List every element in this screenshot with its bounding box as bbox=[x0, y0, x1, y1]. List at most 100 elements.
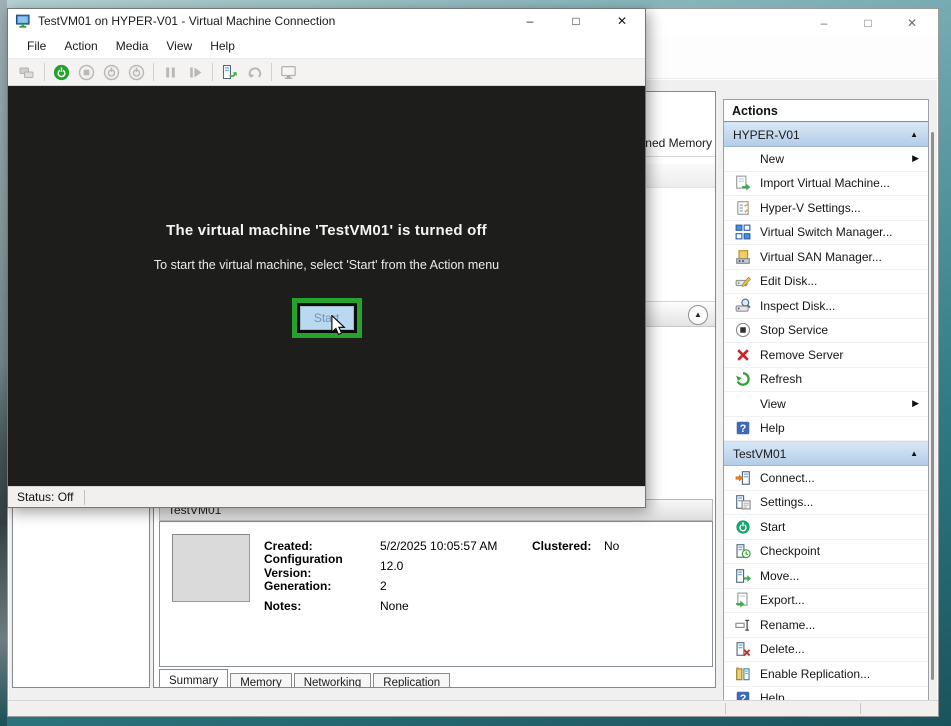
action-item-checkpoint[interactable]: Checkpoint bbox=[724, 540, 928, 565]
disk-edit-icon bbox=[735, 273, 751, 289]
export-icon bbox=[735, 592, 751, 608]
menu-bar: FileActionMediaViewHelp bbox=[8, 33, 645, 58]
tab-summary[interactable]: Summary bbox=[159, 669, 228, 688]
action-label: Connect... bbox=[760, 471, 815, 485]
action-item-virtual-switch-manager[interactable]: Virtual Switch Manager... bbox=[724, 221, 928, 246]
toolbar-start-button[interactable] bbox=[50, 61, 72, 83]
action-item-virtual-san-manager[interactable]: Virtual SAN Manager... bbox=[724, 245, 928, 270]
enhanced-session-icon bbox=[280, 64, 297, 81]
submenu-arrow-icon: ▶ bbox=[912, 153, 919, 164]
action-label: Hyper-V Settings... bbox=[760, 201, 861, 215]
toolbar-revert-button[interactable] bbox=[243, 61, 265, 83]
action-item-hyper-v-settings[interactable]: Hyper-V Settings... bbox=[724, 196, 928, 221]
actions-section-hyper-v01[interactable]: HYPER-V01▲ bbox=[724, 122, 928, 147]
action-item-view[interactable]: View▶ bbox=[724, 392, 928, 417]
action-label: Rename... bbox=[760, 618, 815, 632]
toolbar-turn-off-button[interactable] bbox=[75, 61, 97, 83]
action-label: Refresh bbox=[760, 372, 802, 386]
maximize-button[interactable]: □ bbox=[553, 9, 599, 33]
mouse-cursor-icon bbox=[330, 315, 346, 337]
action-label: Import Virtual Machine... bbox=[760, 176, 890, 190]
step-icon bbox=[187, 64, 204, 81]
actions-scrollbar[interactable] bbox=[931, 132, 934, 680]
action-item-new[interactable]: New▶ bbox=[724, 147, 928, 172]
action-item-remove-server[interactable]: Remove Server bbox=[724, 343, 928, 368]
action-item-enable-replication[interactable]: Enable Replication... bbox=[724, 662, 928, 687]
toolbar-enhanced-session-button[interactable] bbox=[277, 61, 299, 83]
vm-console-screen: The virtual machine 'TestVM01' is turned… bbox=[8, 86, 645, 486]
minimize-button[interactable]: – bbox=[507, 9, 553, 33]
action-item-refresh[interactable]: Refresh bbox=[724, 368, 928, 393]
action-item-edit-disk[interactable]: Edit Disk... bbox=[724, 270, 928, 295]
actions-panel: Actions HYPER-V01▲New▶Import Virtual Mac… bbox=[723, 99, 929, 707]
action-label: View bbox=[760, 397, 786, 411]
action-item-start[interactable]: Start bbox=[724, 515, 928, 540]
vm-start-hint: To start the virtual machine, select 'St… bbox=[8, 258, 645, 272]
menu-media[interactable]: Media bbox=[107, 36, 158, 56]
tab-memory[interactable]: Memory bbox=[230, 673, 292, 688]
statusbar-divider bbox=[84, 490, 85, 505]
toolbar-step-button[interactable] bbox=[184, 61, 206, 83]
collapse-section-button[interactable]: ▲ bbox=[688, 305, 708, 325]
connect-icon bbox=[735, 470, 751, 486]
vm-connection-app-icon bbox=[15, 14, 31, 29]
action-item-import-virtual-machine[interactable]: Import Virtual Machine... bbox=[724, 172, 928, 197]
tab-networking[interactable]: Networking bbox=[294, 673, 372, 688]
no-icon bbox=[735, 151, 751, 167]
action-label: Start bbox=[760, 520, 785, 534]
import-icon bbox=[735, 175, 751, 191]
toolbar-ctrl-alt-del-button[interactable] bbox=[16, 61, 38, 83]
desktop-wallpaper bbox=[0, 0, 7, 726]
vm-summary-fields: Created: 5/2/2025 10:05:57 AM Clustered:… bbox=[264, 536, 706, 616]
action-label: Enable Replication... bbox=[760, 667, 870, 681]
start-power-icon bbox=[735, 519, 751, 535]
no-icon bbox=[735, 396, 751, 412]
action-item-rename[interactable]: Rename... bbox=[724, 613, 928, 638]
toolbar-separator bbox=[44, 63, 45, 81]
remove-icon bbox=[735, 347, 751, 363]
action-item-export[interactable]: Export... bbox=[724, 589, 928, 614]
settings-doc-icon bbox=[735, 200, 751, 216]
notes-label: Notes: bbox=[264, 599, 380, 613]
action-item-delete[interactable]: Delete... bbox=[724, 638, 928, 663]
action-item-inspect-disk[interactable]: Inspect Disk... bbox=[724, 294, 928, 319]
statusbar-divider bbox=[860, 703, 861, 714]
menu-view[interactable]: View bbox=[157, 36, 201, 56]
toolbar-save-button[interactable] bbox=[125, 61, 147, 83]
action-item-settings[interactable]: Settings... bbox=[724, 491, 928, 516]
action-item-help[interactable]: ?Help bbox=[724, 417, 928, 442]
save-icon bbox=[128, 64, 145, 81]
manager-minimize-button[interactable]: – bbox=[802, 9, 846, 37]
summary-row-notes: Notes: None bbox=[264, 596, 706, 616]
action-label: Move... bbox=[760, 569, 799, 583]
revert-icon bbox=[246, 64, 263, 81]
manager-close-button[interactable]: ✕ bbox=[890, 9, 934, 37]
pause-icon bbox=[162, 64, 179, 81]
menu-help[interactable]: Help bbox=[201, 36, 244, 56]
toolbar-separator bbox=[271, 63, 272, 81]
help-icon: ? bbox=[735, 420, 751, 436]
manager-maximize-button[interactable]: □ bbox=[846, 9, 890, 37]
status-text: Status: Off bbox=[17, 490, 73, 504]
action-item-connect[interactable]: Connect... bbox=[724, 466, 928, 491]
toolbar-checkpoint-button[interactable] bbox=[218, 61, 240, 83]
san-icon bbox=[735, 249, 751, 265]
toolbar-shut-down-button[interactable] bbox=[100, 61, 122, 83]
turn-off-icon bbox=[78, 64, 95, 81]
close-button[interactable]: ✕ bbox=[599, 9, 645, 33]
move-icon bbox=[735, 568, 751, 584]
action-item-move[interactable]: Move... bbox=[724, 564, 928, 589]
action-item-stop-service[interactable]: Stop Service bbox=[724, 319, 928, 344]
switch-icon bbox=[735, 224, 751, 240]
actions-section-testvm01[interactable]: TestVM01▲ bbox=[724, 441, 928, 466]
toolbar-pause-button[interactable] bbox=[159, 61, 181, 83]
created-value: 5/2/2025 10:05:57 AM bbox=[380, 539, 532, 553]
menu-action[interactable]: Action bbox=[55, 36, 106, 56]
start-icon bbox=[53, 64, 70, 81]
stop-service-icon bbox=[735, 322, 751, 338]
menu-file[interactable]: File bbox=[18, 36, 55, 56]
collapse-icon: ▲ bbox=[910, 130, 918, 139]
rename-icon bbox=[735, 617, 751, 633]
checkpoint-icon bbox=[735, 543, 751, 559]
tab-replication[interactable]: Replication bbox=[373, 673, 450, 688]
